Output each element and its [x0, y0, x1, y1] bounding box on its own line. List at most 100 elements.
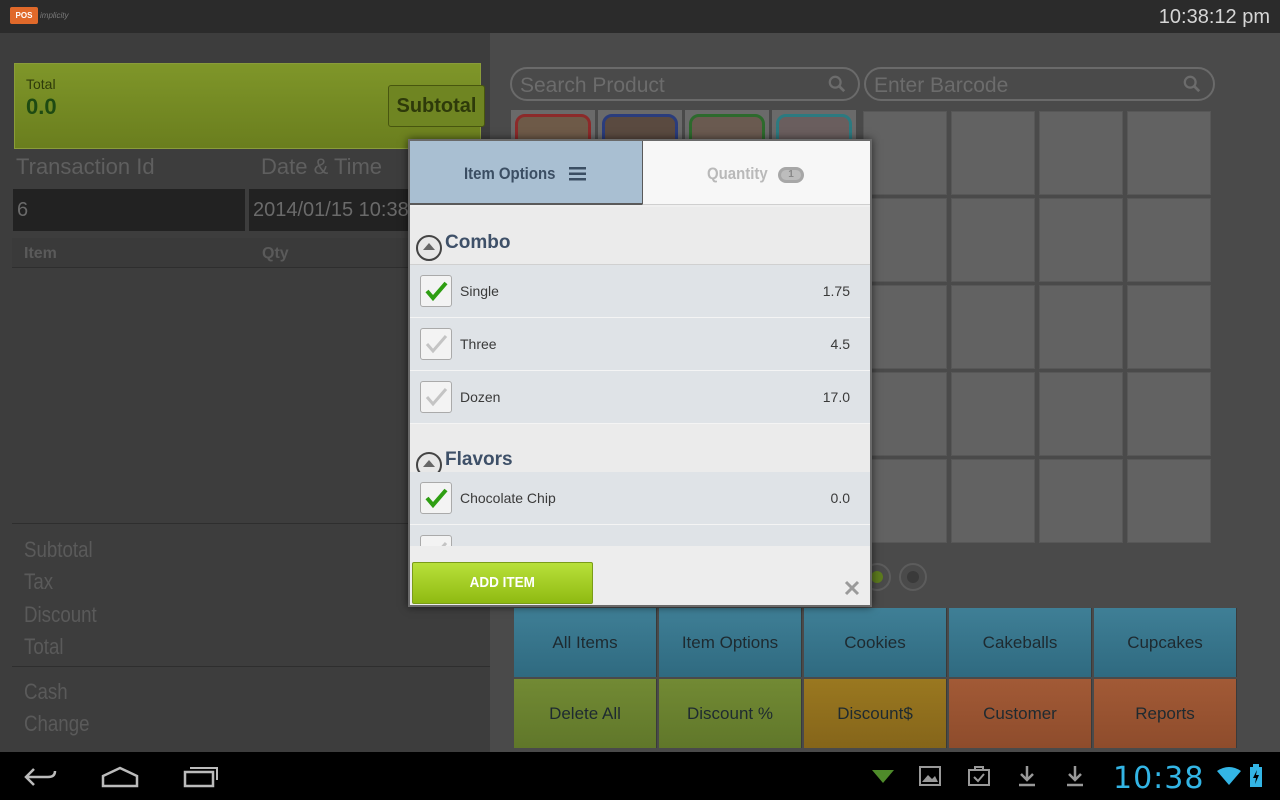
- option-label: Dozen: [460, 389, 501, 405]
- product-tile-empty[interactable]: [863, 111, 947, 195]
- tab-quantity-label: Quantity: [707, 164, 768, 183]
- search-icon[interactable]: [1183, 75, 1201, 93]
- collapse-icon[interactable]: [416, 235, 442, 261]
- product-tile-empty[interactable]: [863, 459, 947, 543]
- option-row-partial[interactable]: [410, 525, 870, 546]
- checkbox-unchecked[interactable]: [420, 328, 452, 360]
- wifi-icon: [1217, 767, 1241, 785]
- option-price: 1.75: [822, 283, 850, 299]
- product-tile-empty[interactable]: [1039, 285, 1123, 369]
- product-tile-empty[interactable]: [863, 285, 947, 369]
- product-tile-empty[interactable]: [1127, 372, 1211, 456]
- product-tile-empty[interactable]: [951, 459, 1035, 543]
- tab-quantity[interactable]: Quantity 1: [642, 141, 870, 205]
- column-qty: Qty: [262, 245, 289, 262]
- subtotal-button[interactable]: Subtotal: [388, 85, 485, 127]
- signal-notification-icon: [872, 770, 894, 783]
- add-item-label: ADD ITEM: [469, 574, 536, 591]
- all-items-button[interactable]: All Items: [514, 608, 657, 677]
- battery-icon: [1250, 764, 1262, 787]
- checkmark-icon: [425, 335, 448, 354]
- discount-label: Discount: [24, 602, 97, 627]
- product-tile-empty[interactable]: [1127, 198, 1211, 282]
- checkmark-icon: [425, 281, 448, 302]
- checkmark-icon: [441, 542, 448, 546]
- option-price: 4.5: [830, 336, 850, 352]
- subtotal-label: Subtotal: [24, 537, 93, 562]
- option-row[interactable]: Chocolate Chip 0.0: [410, 472, 870, 525]
- total-label: Total: [26, 76, 56, 92]
- pos-app: POS implicity 10:38:12 pm Total 0.0 Subt…: [0, 0, 1280, 800]
- product-tile-empty[interactable]: [1039, 111, 1123, 195]
- back-icon[interactable]: [22, 766, 58, 788]
- product-tile-empty[interactable]: [1127, 285, 1211, 369]
- product-tile-empty[interactable]: [1039, 372, 1123, 456]
- customer-button[interactable]: Customer: [949, 679, 1092, 748]
- quantity-value: 1: [788, 169, 794, 180]
- transaction-id-field[interactable]: 6: [13, 189, 245, 231]
- tab-item-options[interactable]: Item Options: [410, 141, 642, 205]
- checkbox-checked[interactable]: [420, 275, 452, 307]
- close-icon[interactable]: [844, 580, 860, 596]
- status-clock: 10:38:12 pm: [1158, 6, 1270, 28]
- download-icon: [1019, 766, 1035, 787]
- discount-amount-button[interactable]: Discount$: [804, 679, 947, 748]
- total-value: 0.0: [26, 94, 57, 119]
- recent-apps-icon[interactable]: [183, 766, 219, 788]
- checkbox-checked[interactable]: [420, 482, 452, 514]
- checkbox-unchecked[interactable]: [420, 535, 452, 546]
- product-tile-empty[interactable]: [951, 198, 1035, 282]
- discount-percent-button[interactable]: Discount %: [659, 679, 802, 748]
- product-tile-empty[interactable]: [951, 285, 1035, 369]
- delete-all-button[interactable]: Delete All: [514, 679, 657, 748]
- checkmark-icon: [425, 488, 448, 509]
- product-tile-empty[interactable]: [1039, 459, 1123, 543]
- cookies-button[interactable]: Cookies: [804, 608, 947, 677]
- logo-badge: POS: [10, 7, 38, 24]
- download-icon: [1067, 766, 1083, 787]
- status-bar: POS implicity 10:38:12 pm: [0, 0, 1280, 33]
- cash-label: Cash: [24, 679, 68, 704]
- dialog-tabs: Item Options Quantity 1: [410, 141, 870, 205]
- option-label: Single: [460, 283, 499, 299]
- checkmark-icon: [425, 388, 448, 407]
- system-nav-bar: 10:38: [0, 752, 1280, 800]
- add-item-button[interactable]: ADD ITEM: [412, 562, 593, 604]
- checkbox-unchecked[interactable]: [420, 381, 452, 413]
- item-options-dialog: Item Options Quantity 1 Combo Single 1.7…: [408, 139, 872, 607]
- product-tile-empty[interactable]: [1039, 198, 1123, 282]
- product-tile-empty[interactable]: [1127, 459, 1211, 543]
- tab-item-options-label: Item Options: [464, 164, 556, 183]
- logo-text: implicity: [40, 11, 69, 20]
- option-label: Three: [460, 336, 497, 352]
- section-combo: Combo: [410, 207, 870, 265]
- product-tile-empty[interactable]: [863, 372, 947, 456]
- product-tile-empty[interactable]: [951, 372, 1035, 456]
- page-indicator[interactable]: [899, 563, 927, 591]
- option-price: 0.0: [830, 490, 850, 506]
- total-display: Total 0.0 Subtotal: [14, 63, 485, 149]
- barcode-input[interactable]: Enter Barcode: [864, 67, 1215, 101]
- cupcakes-button[interactable]: Cupcakes: [1094, 608, 1237, 677]
- gallery-icon: [919, 766, 941, 786]
- option-row[interactable]: Single 1.75: [410, 265, 870, 318]
- option-label: Chocolate Chip: [460, 490, 556, 506]
- search-product-input[interactable]: Search Product: [510, 67, 860, 101]
- reports-button[interactable]: Reports: [1094, 679, 1237, 748]
- section-title: Flavors: [445, 449, 513, 470]
- option-row[interactable]: Dozen 17.0: [410, 371, 870, 424]
- option-price: 17.0: [822, 389, 850, 405]
- payment-summary: Cash Change: [12, 669, 490, 752]
- options-list[interactable]: Combo Single 1.75 Three 4.5 Dozen 17.0 F…: [410, 207, 870, 546]
- product-tile-empty[interactable]: [1127, 111, 1211, 195]
- home-icon[interactable]: [101, 766, 139, 788]
- product-tile-empty[interactable]: [863, 198, 947, 282]
- dialog-footer: ADD ITEM: [410, 546, 870, 605]
- quantity-badge: 1: [778, 167, 804, 183]
- search-icon[interactable]: [828, 75, 846, 93]
- shopping-bag-icon: [968, 766, 990, 786]
- item-options-button[interactable]: Item Options: [659, 608, 802, 677]
- option-row[interactable]: Three 4.5: [410, 318, 870, 371]
- cakeballs-button[interactable]: Cakeballs: [949, 608, 1092, 677]
- product-tile-empty[interactable]: [951, 111, 1035, 195]
